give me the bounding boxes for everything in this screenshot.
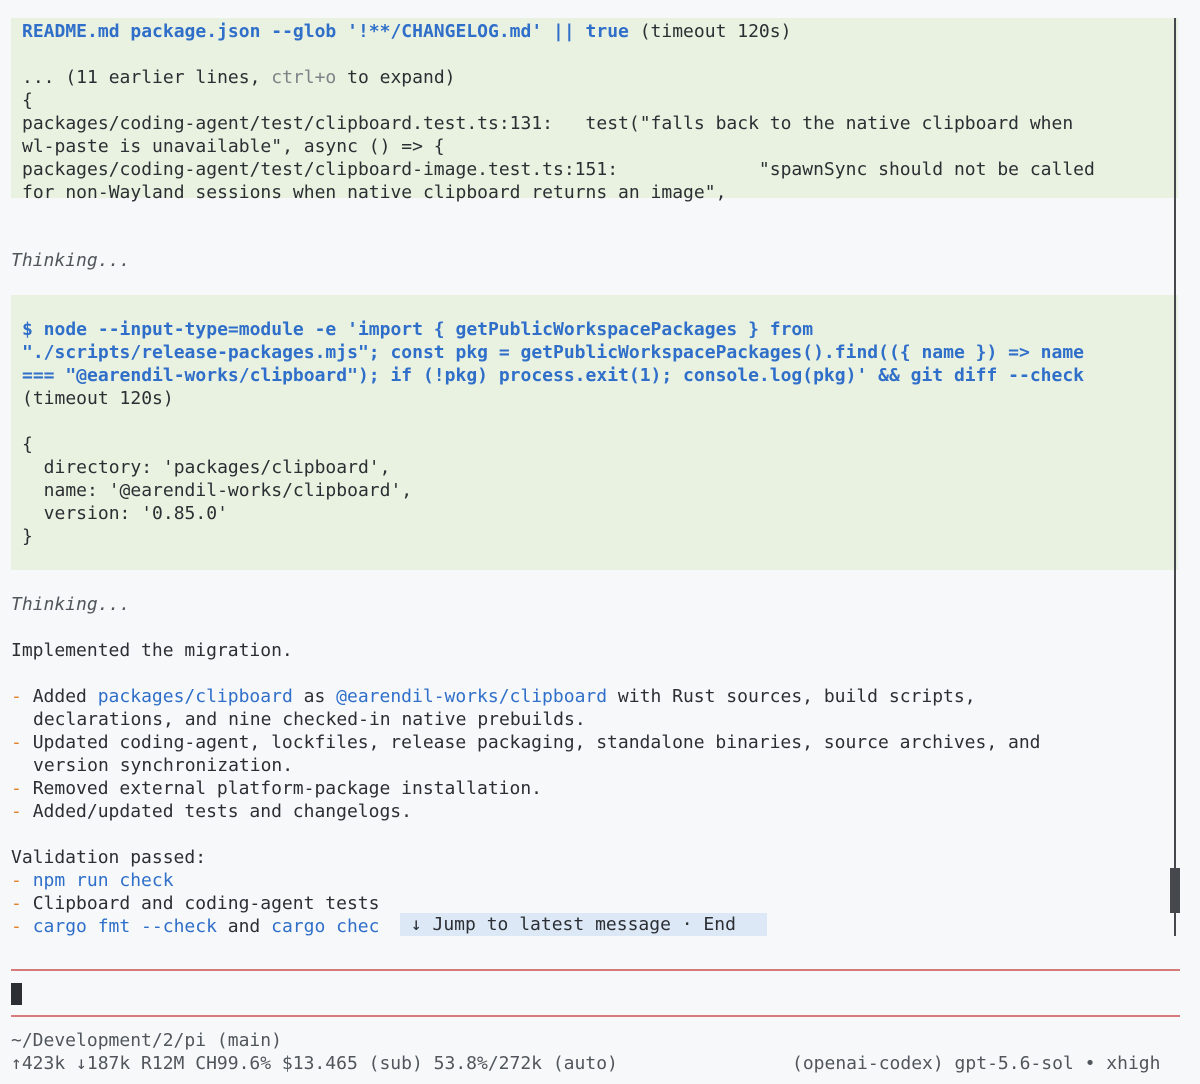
list-item: - cargo fmt --check and cargo chec	[11, 916, 380, 937]
bullet-marker: -	[11, 916, 22, 937]
bullet-marker: -	[11, 686, 22, 707]
bullet-marker: -	[11, 893, 22, 914]
tool-output-line: packages/coding-agent/test/clipboard-ima…	[22, 159, 1095, 180]
tool-output-line: }	[22, 526, 33, 547]
tool-output-line: {	[22, 90, 33, 111]
model-status: (openai-codex) gpt-5.6-sol • xhigh	[792, 1053, 1161, 1074]
tool-output-line: wl-paste is unavailable", async () => {	[22, 136, 445, 157]
list-item: - Added/updated tests and changelogs.	[11, 801, 412, 822]
bullet-marker: -	[11, 870, 22, 891]
inline-code: cargo chec	[271, 916, 380, 937]
scrollbar-thumb[interactable]	[1170, 868, 1180, 913]
validation-heading: Validation passed:	[11, 847, 207, 868]
tool-command: README.md package.json --glob '!**/CHANG…	[22, 21, 629, 42]
thinking-indicator: Thinking...	[11, 594, 131, 615]
list-item: - Removed external platform-package inst…	[11, 778, 543, 799]
tool-command-line: README.md package.json --glob '!**/CHANG…	[22, 20, 791, 43]
inline-code: cargo fmt --check	[32, 916, 217, 937]
tool-command-line: === "@earendil-works/clipboard"); if (!p…	[22, 365, 1085, 386]
tool-output-line: version: '0.85.0'	[22, 503, 228, 524]
list-item: - Clipboard and coding-agent tests	[11, 893, 380, 914]
list-item: - npm run check	[11, 869, 174, 892]
bullet-marker: -	[11, 801, 22, 822]
list-item: - Added packages/clipboard as @earendil-…	[11, 686, 976, 707]
tool-timeout: (timeout 120s)	[22, 388, 174, 409]
tool-output-line: name: '@earendil-works/clipboard',	[22, 480, 413, 501]
thinking-indicator: Thinking...	[11, 250, 131, 271]
tool-timeout: (timeout 120s)	[628, 21, 792, 42]
scrollbar-track[interactable]	[1174, 18, 1176, 936]
inline-code: npm run check	[32, 870, 174, 891]
list-item-continuation: declarations, and nine checked-in native…	[33, 709, 586, 730]
expand-hint: ... (11 earlier lines, ctrl+o to expand)	[22, 67, 456, 88]
tool-output-line: for non-Wayland sessions when native cli…	[22, 182, 727, 203]
tool-output-line: {	[22, 434, 33, 455]
tool-output-line: packages/coding-agent/test/clipboard.tes…	[22, 113, 1074, 134]
input-separator-top	[11, 969, 1180, 971]
bullet-marker: -	[11, 778, 22, 799]
inline-code: packages/clipboard	[97, 686, 293, 707]
tool-command-line: $ node --input-type=module -e 'import { …	[22, 319, 814, 340]
cwd-status: ~/Development/2/pi (main)	[11, 1030, 282, 1051]
assistant-intro: Implemented the migration.	[11, 640, 293, 661]
usage-stats: ↑423k ↓187k R12M CH99.6% $13.465 (sub) 5…	[11, 1053, 618, 1074]
inline-code: @earendil-works/clipboard	[336, 686, 608, 707]
input-cursor[interactable]	[11, 983, 22, 1005]
list-item-continuation: version synchronization.	[33, 755, 294, 776]
jump-to-latest-button[interactable]: ↓ Jump to latest message · End	[400, 913, 767, 936]
tool-output-line: directory: 'packages/clipboard',	[22, 457, 391, 478]
tool-command-line: "./scripts/release-packages.mjs"; const …	[22, 342, 1085, 363]
bullet-marker: -	[11, 732, 22, 753]
list-item: - Updated coding-agent, lockfiles, relea…	[11, 732, 1041, 753]
expand-shortcut[interactable]: ctrl+o	[271, 67, 336, 88]
input-separator-bottom	[11, 1015, 1180, 1017]
